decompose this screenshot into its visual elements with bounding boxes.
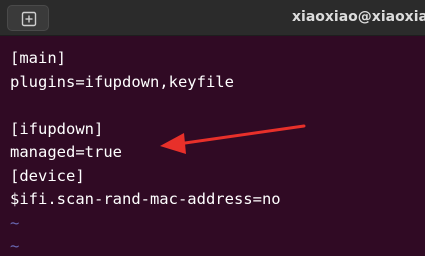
red-arrow-icon [160, 124, 306, 154]
terminal-line: [device] [10, 166, 85, 185]
window-title: xiaoxiao@xiaoxiao [292, 9, 425, 25]
terminal-line: [main] [10, 49, 66, 67]
terminal-window: xiaoxiao@xiaoxiao [main] plugins=ifupdow… [0, 0, 425, 256]
empty-line-marker: ~ [10, 237, 20, 255]
terminal-line: $ifi.scan-rand-mac-address=no [10, 190, 281, 208]
empty-line-marker: ~ [10, 213, 20, 232]
terminal-line: plugins=ifupdown,keyfile [10, 72, 234, 91]
title-bar: xiaoxiao@xiaoxiao [0, 0, 425, 36]
new-tab-icon [21, 11, 37, 27]
new-tab-button[interactable] [7, 5, 49, 31]
